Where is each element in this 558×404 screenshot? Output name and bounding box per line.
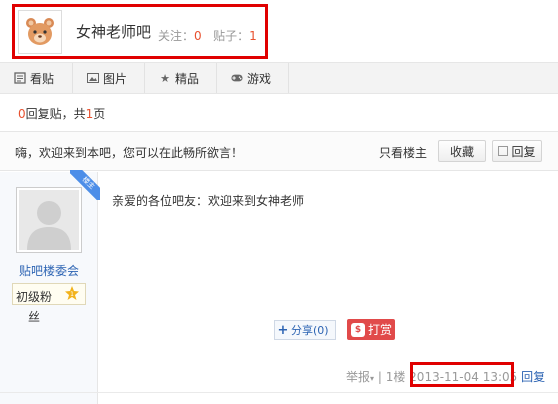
tip-button[interactable]: $ 打赏 bbox=[347, 319, 395, 340]
tab-label: 游戏 bbox=[247, 71, 272, 86]
post-floor-1: 贴吧楼委会 初级粉 1 丝 楼主 亲爱的各位吧友：欢迎来到女神老师 + 分享(0… bbox=[0, 170, 558, 404]
reply-count: 0 bbox=[18, 107, 26, 121]
money-bag-icon: $ bbox=[351, 322, 365, 337]
list-icon bbox=[14, 72, 26, 84]
reply-icon bbox=[498, 146, 509, 156]
caret-down-icon: ▾ bbox=[370, 374, 375, 383]
divider bbox=[0, 392, 558, 393]
reply-link[interactable]: 回复 bbox=[521, 370, 545, 384]
tab-label: 看贴 bbox=[30, 71, 55, 86]
only-host-link[interactable]: 只看楼主 bbox=[379, 144, 427, 161]
level-text-wrap: 丝 bbox=[28, 310, 41, 324]
tab-label: 精品 bbox=[175, 71, 200, 86]
page-info: 0回复贴，共1页 bbox=[18, 105, 105, 122]
gamepad-icon bbox=[231, 72, 243, 84]
reply-button-label: 回复 bbox=[511, 144, 536, 159]
tab-games[interactable]: 游戏 bbox=[217, 63, 289, 93]
favorite-button[interactable]: 收藏 bbox=[438, 140, 486, 162]
author-panel: 贴吧楼委会 初级粉 1 丝 bbox=[0, 172, 98, 404]
floor-number: 1楼 bbox=[385, 370, 406, 384]
reply-label: 回复贴，共 bbox=[25, 107, 86, 121]
image-icon bbox=[87, 72, 99, 84]
author-name[interactable]: 贴吧楼委会 bbox=[0, 262, 98, 279]
plus-icon: + bbox=[277, 322, 289, 338]
page-label: 页 bbox=[93, 107, 106, 121]
thread-toolbar: 嗨，欢迎来到本吧，您可以在此畅所欲言！ 只看楼主 收藏 回复 bbox=[0, 131, 558, 171]
post-content: 亲爱的各位吧友：欢迎来到女神老师 bbox=[112, 194, 305, 208]
tab-label: 图片 bbox=[103, 71, 128, 86]
highlight-box-date bbox=[410, 362, 514, 387]
welcome-text: 嗨，欢迎来到本吧，您可以在此畅所欲言！ bbox=[15, 146, 244, 160]
share-button[interactable]: + 分享(0) bbox=[274, 320, 336, 340]
tab-view-posts[interactable]: 看贴 bbox=[0, 63, 73, 93]
reply-button[interactable]: 回复 bbox=[492, 140, 542, 162]
svg-text:1: 1 bbox=[70, 291, 74, 298]
host-ribbon: 楼主 bbox=[70, 170, 100, 200]
nav-bar: 看贴 图片 ★ 精品 游戏 bbox=[0, 62, 558, 94]
forum-header: 女神老师吧 关注：0 贴子：1 bbox=[0, 0, 558, 62]
level-badge[interactable]: 初级粉 1 bbox=[12, 283, 86, 305]
report-link[interactable]: 举报 bbox=[346, 370, 370, 384]
host-badge: 楼主 bbox=[70, 170, 100, 200]
tab-images[interactable]: 图片 bbox=[73, 63, 145, 93]
share-label: 分享(0) bbox=[291, 324, 329, 337]
level-text: 初级粉 bbox=[16, 290, 53, 304]
tab-featured[interactable]: ★ 精品 bbox=[145, 63, 217, 93]
highlight-box-forum bbox=[12, 4, 268, 59]
tip-label: 打赏 bbox=[368, 323, 393, 337]
star-icon: ★ bbox=[160, 71, 170, 85]
level-star-icon: 1 bbox=[65, 286, 79, 302]
